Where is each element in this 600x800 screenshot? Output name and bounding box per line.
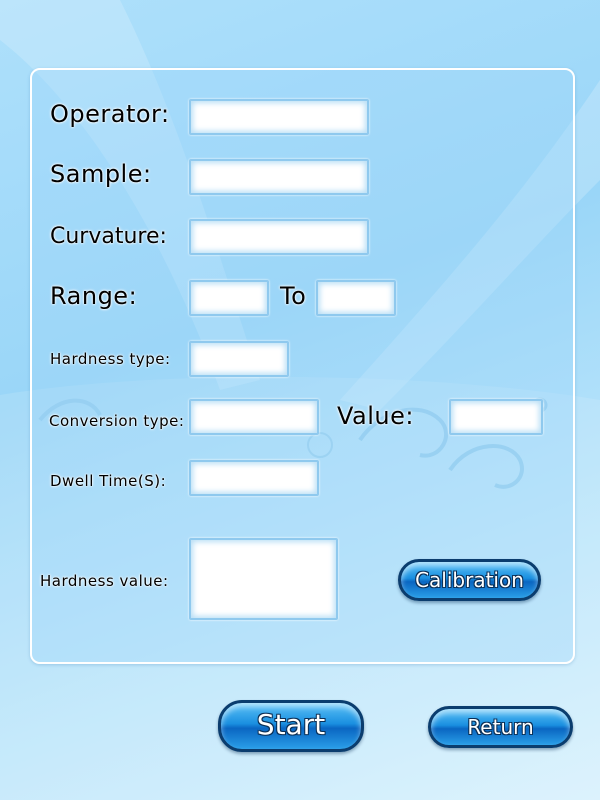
operator-label: Operator:: [50, 100, 170, 128]
range-to-input[interactable]: [316, 280, 396, 316]
dwell-time-label: Dwell Time(S):: [50, 472, 167, 490]
range-label: Range:: [50, 282, 138, 310]
hardness-type-input[interactable]: [189, 341, 289, 377]
dwell-time-input[interactable]: [189, 460, 319, 496]
sample-input[interactable]: [189, 159, 369, 195]
operator-input[interactable]: [189, 99, 369, 135]
start-button[interactable]: Start: [218, 700, 364, 752]
sample-label: Sample:: [50, 160, 152, 188]
hardness-type-label: Hardness type:: [50, 350, 171, 368]
curvature-label: Curvature:: [50, 224, 167, 249]
range-to-label: To: [280, 282, 307, 310]
range-from-input[interactable]: [189, 280, 269, 316]
hardness-value-field[interactable]: [189, 538, 338, 620]
calibration-button[interactable]: Calibration: [398, 559, 541, 601]
value-input[interactable]: [449, 399, 543, 435]
conversion-type-input[interactable]: [189, 399, 319, 435]
value-label: Value:: [337, 402, 414, 430]
conversion-type-label: Conversion type:: [49, 412, 185, 430]
hardness-value-label: Hardness value:: [40, 572, 169, 590]
curvature-input[interactable]: [189, 219, 369, 255]
return-button[interactable]: Return: [428, 706, 573, 748]
